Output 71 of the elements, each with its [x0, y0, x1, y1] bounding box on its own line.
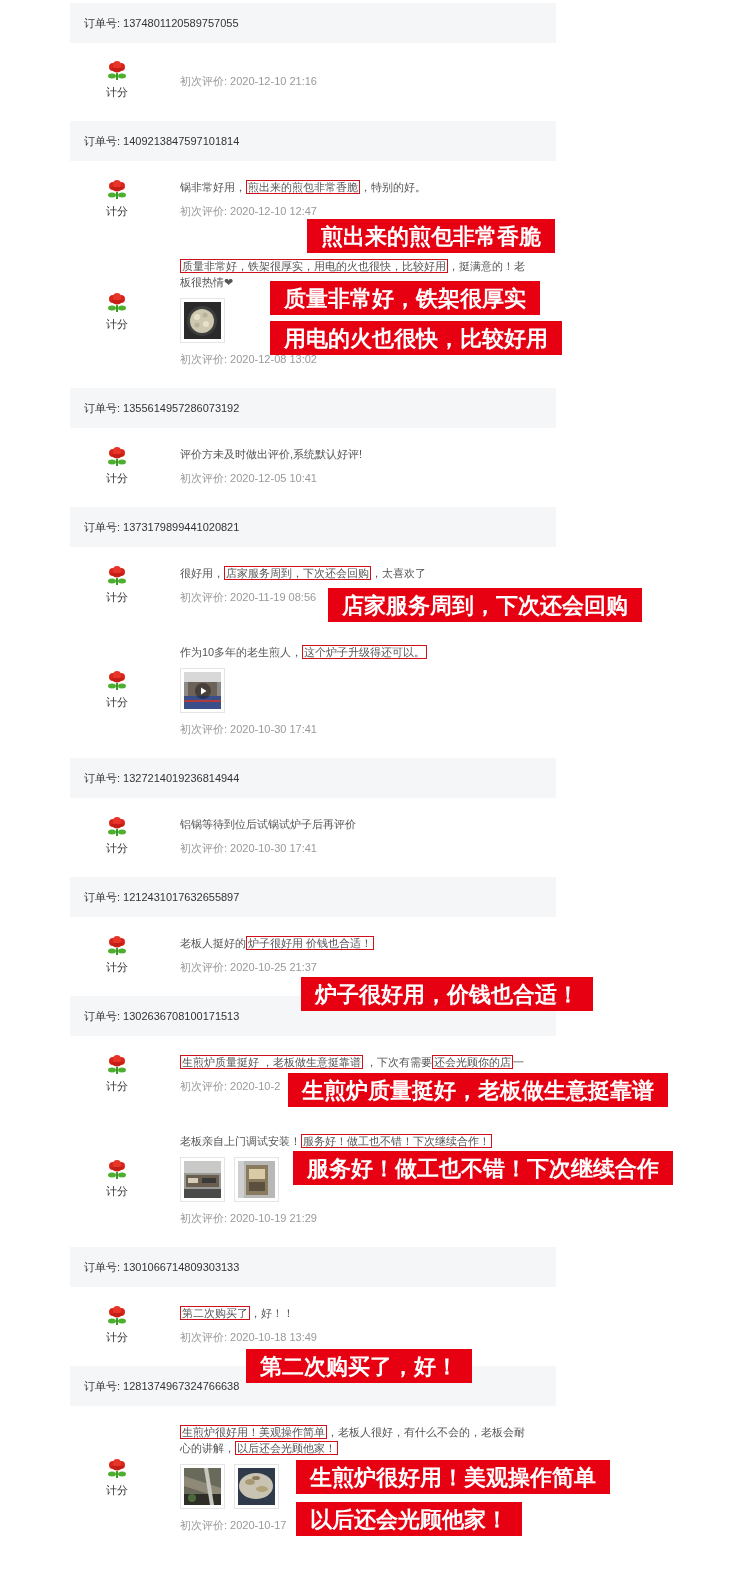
- flower-icon: [107, 179, 127, 200]
- review-date: 初次评价: 2020-10-30 17:41: [180, 722, 317, 737]
- review-date: 初次评价: 2020-12-10 12:47: [180, 204, 317, 219]
- callout-banner: 第二次购买了，好！: [246, 1349, 472, 1383]
- order-number: 订单号: 1212431017632655897: [84, 889, 240, 905]
- order-number: 订单号: 1374801120589757055: [84, 15, 239, 31]
- order-number: 订单号: 1373179899441020821: [84, 519, 240, 535]
- photo-thumbnail[interactable]: [180, 1157, 225, 1202]
- score-label: 计分: [106, 317, 128, 332]
- photo-thumbnail[interactable]: [180, 1464, 225, 1509]
- score-label: 计分: [106, 695, 128, 710]
- review-comment: 生煎炉质量挺好 ，老板做生意挺靠谱 ，下次有需要 还会光顾你的店 一: [180, 1054, 526, 1070]
- photo-thumbnail[interactable]: [234, 1157, 279, 1202]
- callout-banner: 煎出来的煎包非常香脆: [307, 219, 555, 253]
- review-date: 初次评价: 2020-12-08 13:02: [180, 352, 317, 367]
- flower-icon: [107, 446, 127, 467]
- score-label: 计分: [106, 589, 128, 605]
- review-comment: 锅非常好用， 煎出来的煎包非常香脆 ，特别的好。: [180, 179, 427, 195]
- video-thumbnail[interactable]: [180, 668, 225, 713]
- order-number: 订单号: 1327214019236814944: [84, 770, 240, 786]
- callout-banner: 生煎炉很好用！美观操作简单: [296, 1460, 610, 1494]
- photo-thumbnail[interactable]: [234, 1464, 279, 1509]
- review-date: 初次评价: 2020-10-2: [180, 1079, 281, 1094]
- review-comment: 生煎炉很好用！美观操作简单 ，老板人很好，有什么不会的，老板会耐心的讲解， 以后还会光顾他家！: [180, 1424, 526, 1456]
- flower-icon: [107, 1459, 127, 1479]
- review-date: 初次评价: 2020-10-30 17:41: [180, 841, 317, 856]
- order-number: 订单号: 1301066714809303133: [84, 1259, 240, 1275]
- score-label: 计分: [106, 1184, 128, 1199]
- review-date: 初次评价: 2020-10-25 21:37: [180, 960, 317, 975]
- review-comment: 作为10多年的老生煎人， 这个炉子升级得还可以。: [180, 644, 429, 660]
- callout-banner: 炉子很好用，价钱也合适！: [301, 977, 593, 1011]
- order-number: 订单号: 1355614957286073192: [84, 400, 240, 416]
- callout-banner: 质量非常好，铁架很厚实: [270, 281, 540, 315]
- callout-banner: 店家服务周到，下次还会回购: [328, 588, 642, 622]
- flower-icon: [107, 816, 127, 837]
- score-label: 计分: [106, 85, 128, 100]
- flower-icon: [107, 671, 127, 691]
- flower-icon: [107, 1160, 127, 1180]
- score-label: 计分: [106, 1329, 128, 1345]
- score-label: 计分: [106, 203, 128, 219]
- callout-banner: 用电的火也很快，比较好用: [270, 321, 562, 355]
- review-comment: 铝锅等待到位后试锅试炉子后再评价: [180, 817, 357, 832]
- review-date: 初次评价: 2020-12-10 21:16: [180, 73, 317, 89]
- photo-thumbnail[interactable]: [180, 298, 225, 343]
- score-label: 计分: [106, 959, 128, 975]
- score-label: 计分: [106, 470, 128, 486]
- order-number: 订单号: 1409213847597101814: [84, 133, 240, 149]
- callout-banner: 以后还会光顾他家！: [296, 1502, 522, 1536]
- flower-icon: [107, 935, 127, 956]
- review-date: 初次评价: 2020-10-19 21:29: [180, 1211, 317, 1226]
- play-icon: [195, 683, 211, 699]
- review-comment: 老板亲自上门调试安装！ 服务好！做工也不错！下次继续合作！: [180, 1133, 493, 1149]
- flower-icon: [107, 1305, 127, 1326]
- flower-icon: [107, 565, 127, 586]
- score-label: 计分: [106, 840, 128, 856]
- callout-banner: 生煎炉质量挺好，老板做生意挺靠谱: [288, 1073, 668, 1107]
- callout-banner: 服务好！做工也不错！下次继续合作: [293, 1151, 673, 1185]
- order-number: 订单号: 1302636708100171513: [84, 1008, 240, 1024]
- review-date: 初次评价: 2020-12-05 10:41: [180, 471, 317, 486]
- flower-icon: [107, 61, 127, 81]
- score-label: 计分: [106, 1078, 128, 1094]
- review-comment: 老板人挺好的 炉子很好用 价钱也合适！: [180, 935, 376, 951]
- review-date: 初次评价: 2020-11-19 08:56: [180, 590, 317, 605]
- score-label: 计分: [106, 1483, 128, 1498]
- flower-icon: [107, 1054, 127, 1075]
- review-date: 初次评价: 2020-10-18 13:49: [180, 1330, 317, 1345]
- review-date: 初次评价: 2020-10-17: [180, 1518, 287, 1533]
- review-comment: 很好用， 店家服务周到，下次还会回购 ，太喜欢了: [180, 565, 427, 581]
- review-comment: 评价方未及时做出评价,系统默认好评!: [180, 447, 364, 462]
- order-number: 订单号: 1281374967324766638: [84, 1378, 240, 1394]
- flower-icon: [107, 293, 127, 313]
